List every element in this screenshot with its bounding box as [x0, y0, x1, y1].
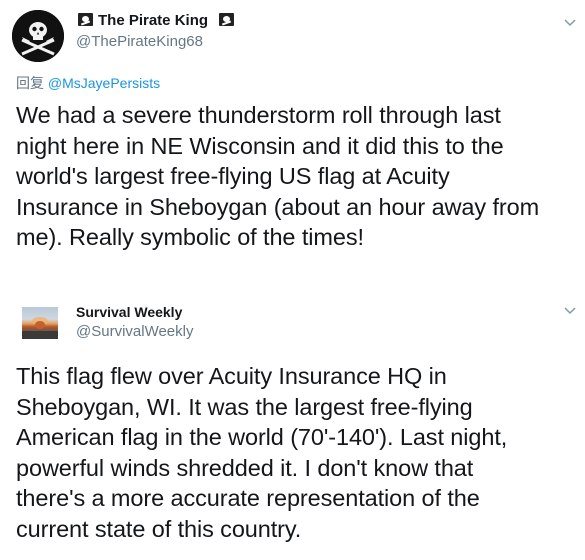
explosion-avatar [22, 317, 58, 339]
chevron-down-icon[interactable] [563, 15, 577, 29]
reply-to-handle[interactable]: @MsJayePersists [48, 75, 160, 91]
reply-context: 回复 @MsJayePersists [16, 73, 160, 93]
tweet-text: We had a severe thunderstorm roll throug… [16, 102, 540, 250]
jolly-roger-icon [12, 10, 64, 62]
pirate-flag-icon [219, 13, 234, 26]
pirate-flag-icon [78, 13, 93, 26]
tweet-text: This flag flew over Acuity Insurance HQ … [16, 363, 508, 542]
avatar-pirate-king[interactable] [12, 10, 64, 62]
avatar-survival-weekly[interactable] [22, 307, 58, 339]
tweet-1[interactable]: The Pirate King @ThePirateKing68 回复 @MsJ… [0, 0, 585, 279]
display-name[interactable]: The Pirate King [98, 12, 208, 29]
user-handle[interactable]: @SurvivalWeekly [76, 323, 193, 340]
chevron-down-icon[interactable] [563, 303, 577, 317]
user-handle[interactable]: @ThePirateKing68 [76, 33, 203, 50]
reply-prefix: 回复 [16, 75, 44, 91]
display-name[interactable]: Survival Weekly [76, 304, 182, 320]
